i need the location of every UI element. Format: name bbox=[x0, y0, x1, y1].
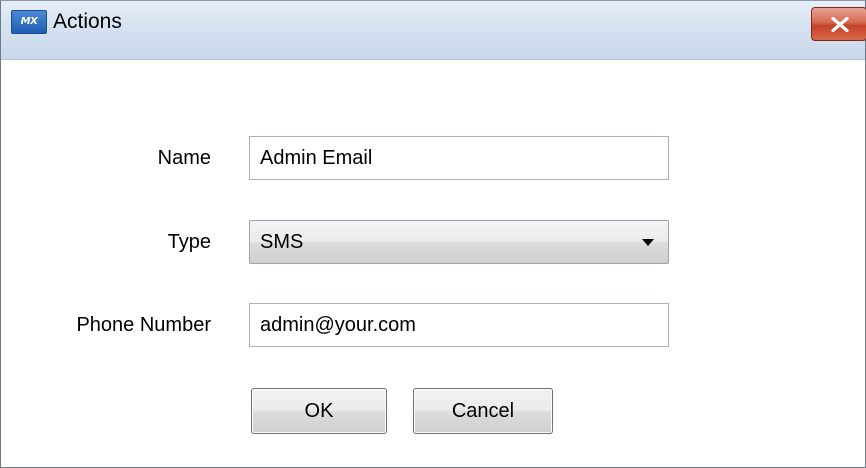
type-select[interactable]: SMS bbox=[249, 220, 669, 264]
phone-number-label: Phone Number bbox=[76, 314, 211, 336]
ok-button[interactable]: OK bbox=[251, 388, 387, 434]
name-label: Name bbox=[157, 147, 211, 169]
actions-dialog: MX Actions Name Admin Email Type SMS Pho… bbox=[0, 0, 866, 468]
title-bar[interactable]: MX Actions bbox=[1, 1, 866, 60]
type-label: Type bbox=[167, 231, 211, 253]
app-logo-icon: MX bbox=[11, 10, 47, 34]
close-button[interactable] bbox=[811, 7, 866, 41]
chevron-down-icon bbox=[642, 239, 654, 246]
phone-number-field[interactable]: admin@your.com bbox=[249, 303, 669, 347]
cancel-button[interactable]: Cancel bbox=[413, 388, 553, 434]
type-select-value: SMS bbox=[260, 231, 304, 253]
dialog-content: Name Admin Email Type SMS Phone Number a… bbox=[1, 60, 865, 467]
name-field[interactable]: Admin Email bbox=[249, 136, 669, 180]
close-icon bbox=[831, 17, 849, 32]
window-title: Actions bbox=[53, 10, 122, 33]
